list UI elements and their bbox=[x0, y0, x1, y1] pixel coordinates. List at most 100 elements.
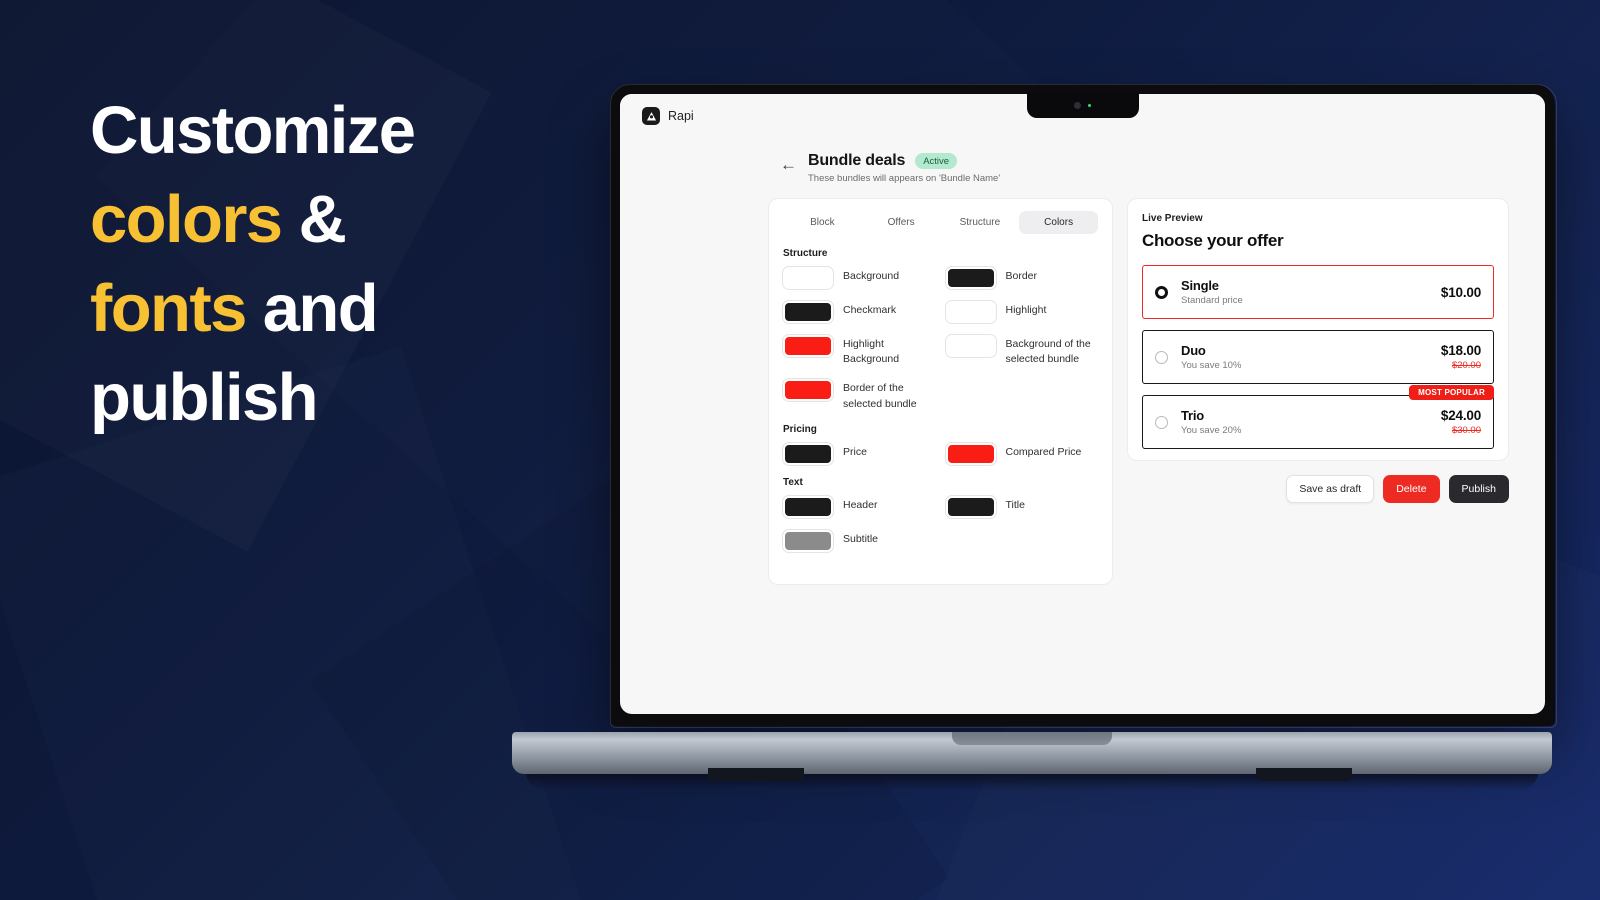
save-as-draft-button[interactable]: Save as draft bbox=[1286, 475, 1375, 503]
tab-block[interactable]: Block bbox=[783, 211, 862, 234]
offer-subtitle: Standard price bbox=[1181, 295, 1243, 306]
swatch-row: Border bbox=[945, 267, 1099, 289]
swatch-label: Subtitle bbox=[843, 532, 879, 545]
status-badge: Active bbox=[915, 153, 958, 169]
action-buttons: Save as draft Delete Publish bbox=[1127, 461, 1509, 503]
camera-icon bbox=[1074, 101, 1081, 109]
laptop-lid: Rapi ← Bundle deals Active These bundles… bbox=[610, 84, 1557, 728]
laptop-foot bbox=[1256, 768, 1352, 781]
swatch-row: Highlight Background bbox=[783, 335, 936, 367]
offer-prices: $10.00 bbox=[1441, 285, 1481, 300]
swatch-row: Background bbox=[783, 267, 936, 289]
offer-main: Single Standard price bbox=[1181, 278, 1441, 306]
swatch-background[interactable] bbox=[783, 267, 833, 289]
promo-stage: Customize colors & fonts and publish Rap… bbox=[0, 0, 1600, 900]
swatch-background-of-selected-bundle[interactable] bbox=[945, 335, 996, 357]
group-title-text: Text bbox=[783, 476, 803, 488]
tab-structure[interactable]: Structure bbox=[941, 211, 1020, 234]
page-title: Bundle deals bbox=[808, 152, 906, 169]
radio-icon[interactable] bbox=[1155, 285, 1168, 299]
swatch-label: Background bbox=[843, 270, 900, 282]
swatch-highlight-background[interactable] bbox=[783, 335, 833, 357]
laptop-foot bbox=[708, 768, 804, 781]
swatch-row: Header bbox=[783, 495, 936, 518]
swatch-row: Background of the selected bundle bbox=[945, 335, 1099, 367]
offer-name: Trio bbox=[1181, 408, 1205, 423]
offer-option-single[interactable]: Single Standard price $10.00 bbox=[1142, 265, 1494, 319]
swatch-compared-price[interactable] bbox=[945, 442, 996, 465]
swatch-row: Highlight bbox=[945, 301, 1099, 323]
rapi-triangle-logo-icon bbox=[642, 107, 660, 125]
swatch-label: Highlight Background bbox=[843, 338, 900, 366]
swatch-border[interactable] bbox=[945, 267, 996, 289]
offer-prices: $24.00 $30.00 bbox=[1441, 408, 1481, 436]
laptop-notch bbox=[1026, 92, 1139, 118]
offer-compare-price: $30.00 bbox=[1451, 425, 1481, 436]
offer-subtitle: You save 10% bbox=[1181, 360, 1242, 371]
structure-swatch-grid: Background Checkmark Highlight Backgroun… bbox=[783, 267, 1098, 424]
live-preview-label: Live Preview bbox=[1142, 213, 1203, 224]
page-header: ← Bundle deals Active These bundles will… bbox=[650, 152, 1515, 184]
pricing-swatch-grid: Price Compared Price bbox=[783, 442, 1099, 477]
laptop-base-shadow bbox=[526, 772, 1538, 790]
laptop-base bbox=[512, 732, 1552, 774]
text-right-column: Title bbox=[945, 495, 1099, 564]
swatch-label: Title bbox=[1005, 498, 1025, 511]
text-left-column: Header Subtitle bbox=[783, 495, 936, 564]
offer-subtitle: You save 20% bbox=[1181, 425, 1242, 436]
title-row: Bundle deals Active bbox=[808, 152, 1000, 170]
editor-tabs: Block Offers Structure Colors bbox=[783, 211, 1098, 234]
offer-price: $24.00 bbox=[1440, 408, 1481, 423]
offer-name: Single bbox=[1181, 278, 1219, 293]
offer-main: Duo You save 10% bbox=[1181, 343, 1441, 371]
structure-right-column: Border Highlight Background of the selec… bbox=[945, 267, 1099, 424]
pricing-left-column: Price bbox=[783, 442, 936, 477]
text-swatch-grid: Header Subtitle Title bbox=[783, 495, 1099, 564]
swatch-row: Compared Price bbox=[945, 442, 1099, 465]
swatch-label: Price bbox=[843, 445, 867, 458]
swatch-highlight[interactable] bbox=[945, 301, 996, 323]
swatch-label: Background of the selected bundle bbox=[1005, 338, 1091, 366]
radio-icon[interactable] bbox=[1155, 350, 1168, 364]
swatch-checkmark[interactable] bbox=[783, 301, 833, 323]
swatch-label: Border of the selected bundle bbox=[843, 382, 917, 410]
delete-button[interactable]: Delete bbox=[1383, 475, 1440, 503]
tab-colors[interactable]: Colors bbox=[1019, 211, 1098, 234]
structure-left-column: Background Checkmark Highlight Backgroun… bbox=[783, 267, 936, 424]
publish-button[interactable]: Publish bbox=[1448, 475, 1509, 503]
colors-editor-card: Block Offers Structure Colors Structure bbox=[768, 198, 1113, 585]
offer-price: $18.00 bbox=[1440, 343, 1481, 358]
app-body: ← Bundle deals Active These bundles will… bbox=[620, 138, 1545, 585]
swatch-row: Subtitle bbox=[783, 529, 936, 552]
arrow-left-icon[interactable]: ← bbox=[780, 156, 797, 184]
camera-led-icon bbox=[1088, 103, 1091, 107]
laptop-mockup: Rapi ← Bundle deals Active These bundles… bbox=[500, 84, 1560, 824]
swatch-subtitle[interactable] bbox=[783, 529, 833, 552]
swatch-title[interactable] bbox=[945, 495, 996, 518]
live-preview-heading: Choose your offer bbox=[1142, 231, 1284, 250]
offer-name: Duo bbox=[1181, 343, 1206, 358]
swatch-price[interactable] bbox=[783, 442, 833, 465]
offer-main: Trio You save 20% bbox=[1181, 408, 1441, 436]
swatch-row: Border of the selected bundle bbox=[783, 379, 936, 411]
swatch-header[interactable] bbox=[783, 495, 833, 518]
offer-option-trio[interactable]: MOST POPULAR Trio You save 20% $24.00 $3… bbox=[1142, 385, 1494, 449]
offer-price: $10.00 bbox=[1440, 284, 1481, 300]
pricing-right-column: Compared Price bbox=[945, 442, 1099, 477]
group-title-structure: Structure bbox=[783, 248, 828, 259]
app-screen: Rapi ← Bundle deals Active These bundles… bbox=[620, 94, 1545, 714]
swatch-row: Checkmark bbox=[783, 301, 936, 323]
radio-icon[interactable] bbox=[1155, 415, 1168, 429]
swatch-row: Price bbox=[783, 442, 936, 465]
brand-name: Rapi bbox=[668, 109, 694, 123]
swatch-border-of-selected-bundle[interactable] bbox=[783, 379, 833, 402]
swatch-label: Header bbox=[843, 498, 878, 511]
live-preview-card: Live Preview Choose your offer Single St… bbox=[1127, 198, 1509, 461]
swatch-label: Checkmark bbox=[843, 304, 897, 316]
swatch-label: Border bbox=[1005, 270, 1038, 282]
most-popular-badge: MOST POPULAR bbox=[1409, 385, 1494, 400]
offer-option-duo[interactable]: Duo You save 10% $18.00 $20.00 bbox=[1142, 330, 1494, 384]
tab-offers[interactable]: Offers bbox=[862, 211, 941, 234]
group-title-pricing: Pricing bbox=[783, 423, 817, 435]
brand: Rapi bbox=[642, 107, 694, 125]
